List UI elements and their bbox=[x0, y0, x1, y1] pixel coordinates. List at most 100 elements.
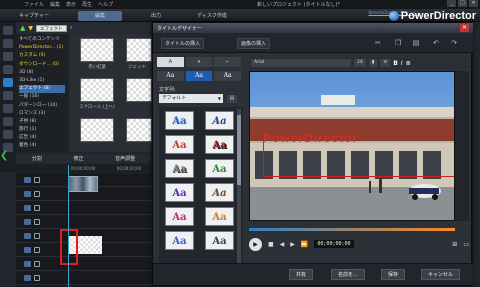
tree-item[interactable]: PowerDirector... (1) bbox=[19, 44, 65, 52]
search-icon[interactable]: ⌕ bbox=[70, 24, 73, 32]
zoom-icon[interactable]: ⊞ bbox=[452, 241, 457, 248]
style-preset[interactable]: Aa bbox=[165, 111, 194, 130]
tab-produce[interactable]: 出力 bbox=[134, 11, 178, 21]
insert-title-button[interactable]: タイトルの挿入 bbox=[161, 38, 205, 49]
preset-scrollbar-thumb[interactable] bbox=[237, 115, 241, 185]
dialog-titlebar[interactable]: タイトルデザイナー bbox=[153, 23, 473, 33]
style-preset[interactable]: Aa bbox=[165, 135, 194, 154]
tab-capture[interactable]: キャプチャー bbox=[12, 11, 56, 21]
menu-file[interactable]: ファイル bbox=[24, 1, 44, 8]
download-icon[interactable]: ▼ bbox=[28, 25, 33, 32]
prev-frame-icon[interactable]: ◀ bbox=[280, 241, 285, 248]
tab-effect[interactable]: Aa bbox=[214, 71, 242, 81]
import-icon[interactable]: ▲ bbox=[20, 24, 25, 32]
lock-icon[interactable] bbox=[34, 233, 40, 239]
dialog-close-button[interactable]: ✕ bbox=[460, 24, 469, 32]
next-frame-icon[interactable]: ▶ bbox=[290, 241, 295, 248]
tree-item[interactable]: 着色 (4) bbox=[19, 142, 65, 150]
share-button[interactable]: 共有 bbox=[289, 269, 314, 280]
lock-icon[interactable] bbox=[34, 247, 40, 253]
menu-help[interactable]: ヘルプ bbox=[98, 1, 113, 8]
redo-icon[interactable]: ↷ bbox=[449, 39, 459, 48]
bold-icon[interactable]: B bbox=[393, 60, 398, 67]
track-music[interactable] bbox=[16, 272, 151, 285]
tab-font[interactable]: Aa bbox=[157, 71, 184, 81]
undo-icon[interactable]: ↶ bbox=[431, 39, 441, 48]
tree-item[interactable]: 広告 (4) bbox=[19, 134, 65, 142]
fix-button[interactable]: 修正 bbox=[73, 155, 83, 162]
track-video-2[interactable] bbox=[16, 216, 151, 229]
tree-item[interactable]: すべてのコンテンツ bbox=[19, 36, 65, 44]
transition-room-icon[interactable] bbox=[3, 91, 13, 100]
track-fx[interactable] bbox=[16, 202, 151, 215]
style-preset[interactable]: Aa bbox=[165, 183, 194, 202]
lock-icon[interactable] bbox=[34, 219, 40, 225]
menu-playback[interactable]: 再生 bbox=[82, 1, 92, 8]
tab-disc[interactable]: ディスク作成 bbox=[190, 11, 234, 21]
style-preset[interactable]: Aa bbox=[205, 111, 234, 130]
screen-icon[interactable]: ▭ bbox=[463, 241, 469, 248]
close-icon[interactable]: ✕ bbox=[469, 0, 478, 7]
media-room-icon[interactable] bbox=[3, 26, 13, 35]
particle-room-icon[interactable] bbox=[3, 65, 13, 74]
tree-item[interactable]: 一般 (16) bbox=[19, 93, 65, 101]
voiceover-room-icon[interactable] bbox=[3, 117, 13, 126]
tree-item[interactable]: ロマンス (3) bbox=[19, 110, 65, 118]
copy-icon[interactable]: ❐ bbox=[393, 39, 403, 48]
style-dropdown[interactable]: デフォルト bbox=[159, 94, 223, 103]
tree-item[interactable]: 子供 (8) bbox=[19, 118, 65, 126]
tab-edit[interactable]: 編集 bbox=[78, 11, 122, 21]
style-preset[interactable]: Aa bbox=[205, 207, 234, 226]
library-thumb[interactable] bbox=[126, 38, 152, 62]
audio-adjust-button[interactable]: 音声調整 bbox=[115, 155, 135, 162]
tab-text-properties[interactable]: A bbox=[157, 57, 184, 67]
tree-item[interactable]: 旅行 (1) bbox=[19, 126, 65, 134]
tree-item[interactable]: 3D-Like (1) bbox=[19, 77, 65, 85]
pip-room-icon[interactable] bbox=[3, 52, 13, 61]
tab-background[interactable]: ⌐ bbox=[214, 57, 242, 67]
style-preset[interactable]: Aa bbox=[165, 207, 194, 226]
magic-icon[interactable]: ✂ bbox=[373, 39, 383, 48]
save-as-button[interactable]: 名前を... bbox=[331, 269, 365, 280]
tab-preset[interactable]: Aa bbox=[185, 71, 213, 81]
insert-image-button[interactable]: 画像の挿入 bbox=[237, 38, 271, 49]
style-preset[interactable]: Aa bbox=[205, 135, 234, 154]
align-dropdown-icon[interactable]: ≡ bbox=[380, 59, 391, 67]
tree-item[interactable]: 3D (8) bbox=[19, 69, 65, 77]
save-button[interactable]: 保存 bbox=[381, 269, 406, 280]
audio-room-icon[interactable] bbox=[3, 104, 13, 113]
lock-icon[interactable] bbox=[34, 191, 40, 197]
tree-item-selected[interactable]: エフェクト (8) bbox=[19, 85, 65, 94]
style-preset[interactable]: Aa bbox=[205, 231, 234, 250]
tab-motion[interactable]: ʌ bbox=[185, 57, 213, 67]
library-thumb[interactable] bbox=[126, 78, 152, 102]
library-thumb[interactable] bbox=[126, 118, 152, 142]
lock-icon[interactable] bbox=[34, 275, 40, 281]
fast-forward-icon[interactable]: ⏩ bbox=[301, 241, 308, 248]
lock-icon[interactable] bbox=[34, 261, 40, 267]
style-preset[interactable]: Aa bbox=[205, 183, 234, 202]
tree-item[interactable]: カスタム (0) bbox=[19, 52, 65, 60]
lock-icon[interactable] bbox=[34, 205, 40, 211]
font-name-dropdown[interactable]: Arial bbox=[251, 59, 351, 67]
split-button[interactable]: 分割 bbox=[32, 155, 42, 162]
style-list-icon[interactable]: ▤ bbox=[227, 95, 237, 103]
style-preset[interactable]: Aa bbox=[165, 231, 194, 250]
effect-room-icon[interactable] bbox=[3, 39, 13, 48]
text-direction-icon[interactable]: ≣ bbox=[406, 60, 411, 67]
cancel-button[interactable]: キャンセル bbox=[421, 269, 461, 280]
tree-item[interactable]: パターンロー (10) bbox=[19, 102, 65, 110]
playhead[interactable] bbox=[68, 165, 69, 287]
video-clip[interactable] bbox=[68, 176, 98, 192]
menu-view[interactable]: 表示 bbox=[66, 1, 76, 8]
green-arrow-icon[interactable]: ❮ bbox=[0, 150, 14, 164]
style-preset[interactable]: Aa bbox=[165, 159, 194, 178]
title-room-icon[interactable] bbox=[3, 78, 13, 87]
text-color-icon[interactable]: ▮ bbox=[368, 59, 378, 67]
menu-edit[interactable]: 編集 bbox=[50, 1, 60, 8]
library-thumb[interactable] bbox=[80, 78, 114, 102]
timeline-ruler[interactable]: 00;00;00;00 00;00;20;00 bbox=[60, 166, 152, 172]
minimize-icon[interactable]: _ bbox=[447, 0, 456, 7]
library-thumb[interactable] bbox=[80, 38, 114, 62]
align-icon[interactable]: ▤ bbox=[411, 39, 421, 48]
